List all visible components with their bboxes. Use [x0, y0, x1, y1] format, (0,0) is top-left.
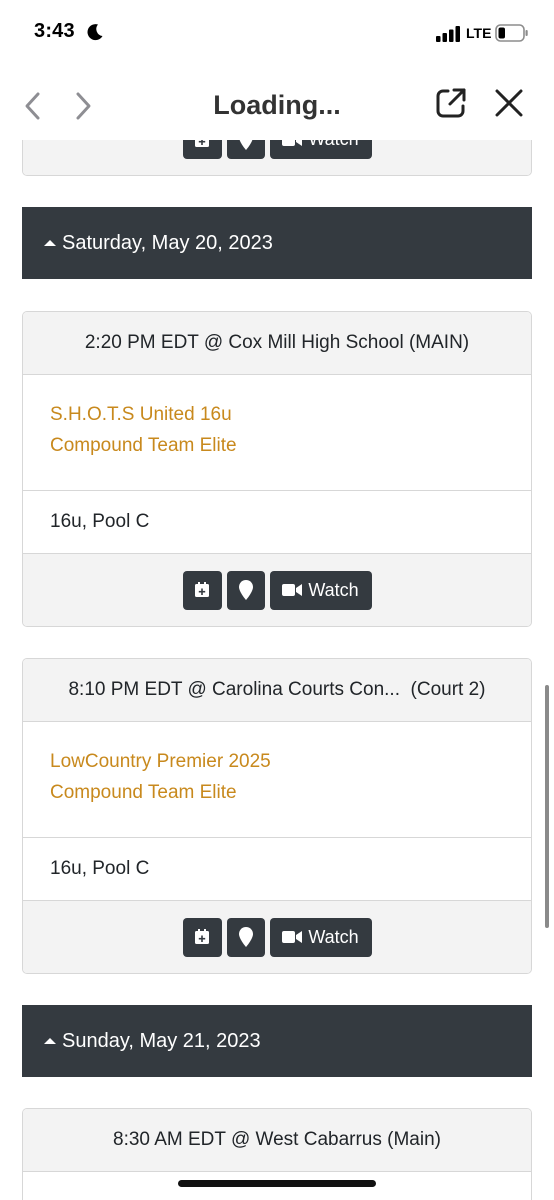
map-button[interactable]: [226, 917, 265, 957]
watch-button[interactable]: Watch: [269, 917, 372, 957]
watch-button[interactable]: Watch: [269, 570, 372, 610]
game-time-location: 8:10 PM EDT @ Carolina Courts Con... (Co…: [23, 659, 531, 722]
add-to-calendar-button[interactable]: [182, 917, 222, 957]
schedule-content: Watch Saturday, May 20, 2023 2:20 PM EDT…: [0, 0, 554, 1200]
home-indicator[interactable]: [178, 1180, 376, 1187]
team-link[interactable]: S.H.O.T.S United 16u: [50, 399, 531, 430]
forward-chevron-icon[interactable]: [72, 91, 94, 121]
team-link[interactable]: Compound Team Elite: [50, 430, 531, 461]
game-time-location: 2:20 PM EDT @ Cox Mill High School (MAIN…: [23, 312, 531, 375]
day-label: Sunday, May 21, 2023: [62, 1029, 261, 1052]
game-card: 2:20 PM EDT @ Cox Mill High School (MAIN…: [22, 311, 532, 627]
moon-icon: [87, 24, 103, 41]
network-type-label: LTE: [466, 25, 492, 41]
game-division: 16u, Pool C: [23, 838, 531, 901]
map-button[interactable]: [226, 570, 265, 610]
status-bar: 3:43 LTE: [0, 0, 554, 66]
game-card-footer: Watch: [23, 901, 531, 973]
cellular-signal-icon: [436, 26, 460, 42]
day-label: Saturday, May 20, 2023: [62, 231, 273, 254]
caret-up-icon: [44, 1038, 56, 1044]
game-teams: LowCountry Premier 2025 Compound Team El…: [23, 722, 531, 838]
calendar-plus-icon: [195, 929, 209, 944]
page-title: Loading...: [213, 90, 341, 120]
close-icon[interactable]: [494, 88, 524, 118]
scrollbar[interactable]: [545, 685, 549, 928]
day-header-saturday[interactable]: Saturday, May 20, 2023: [22, 207, 532, 279]
day-header-sunday[interactable]: Sunday, May 21, 2023: [22, 1005, 532, 1077]
back-chevron-icon[interactable]: [22, 91, 44, 121]
game-time-location: 8:30 AM EDT @ West Cabarrus (Main): [23, 1109, 531, 1172]
game-card-footer: Watch: [23, 554, 531, 626]
caret-up-icon: [44, 240, 56, 246]
video-camera-icon: [282, 931, 303, 943]
video-camera-icon: [282, 584, 303, 596]
team-link[interactable]: Compound Team Elite: [50, 777, 531, 808]
open-external-icon[interactable]: [434, 86, 468, 120]
watch-label: Watch: [308, 579, 359, 600]
watch-label: Watch: [308, 926, 359, 947]
calendar-plus-icon: [195, 582, 209, 597]
team-link[interactable]: LowCountry Premier 2025: [50, 746, 531, 777]
battery-icon: [495, 24, 528, 42]
game-division: 16u, Pool C: [23, 491, 531, 554]
browser-nav-bar: Loading...: [0, 66, 554, 140]
game-card: 8:10 PM EDT @ Carolina Courts Con... (Co…: [22, 658, 532, 974]
add-to-calendar-button[interactable]: [182, 570, 222, 610]
status-time: 3:43: [34, 20, 75, 42]
map-marker-icon: [238, 927, 253, 947]
map-marker-icon: [238, 580, 253, 600]
game-teams: S.H.O.T.S United 16u Compound Team Elite: [23, 375, 531, 491]
